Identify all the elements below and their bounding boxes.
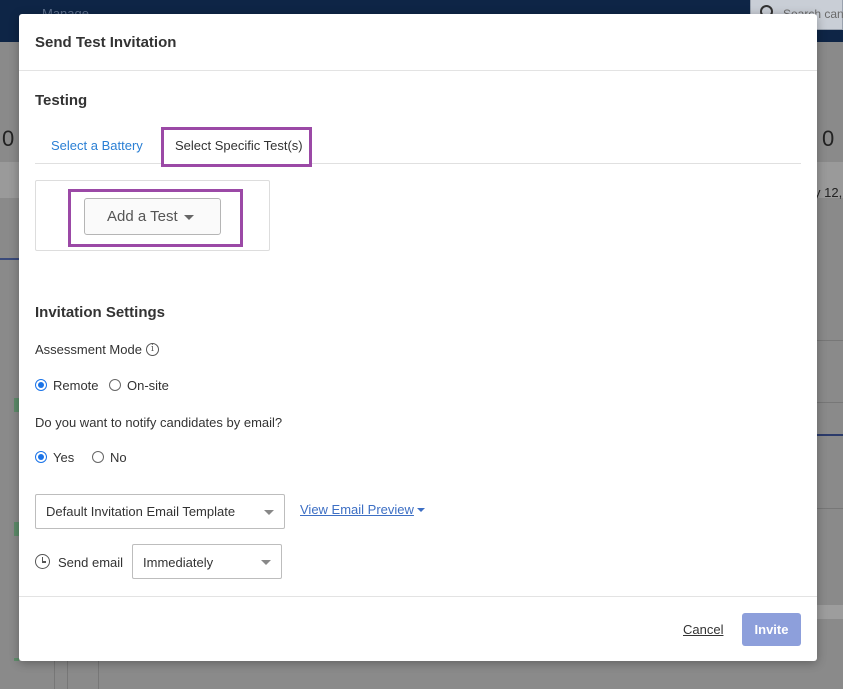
radio-onsite-label: On-site: [127, 378, 169, 393]
radio-notify-no-label: No: [110, 450, 127, 465]
background-scrollbar: [817, 605, 843, 619]
info-icon[interactable]: i: [146, 343, 159, 356]
radio-remote-label: Remote: [53, 378, 99, 393]
background-date: y 12,: [814, 185, 843, 200]
background-band: [0, 162, 19, 198]
cancel-link[interactable]: Cancel: [683, 622, 723, 637]
background-left-number: 0: [2, 126, 15, 151]
radio-notify-no[interactable]: [92, 451, 104, 463]
background-left-panel: 0: [0, 42, 19, 689]
caret-down-icon: [264, 510, 274, 515]
background-bottom: [0, 661, 843, 689]
add-test-label: Add a Test: [107, 208, 178, 225]
background-right-number: 0: [822, 126, 835, 151]
invitation-settings-heading: Invitation Settings: [35, 304, 166, 321]
caret-down-icon: [261, 560, 271, 565]
clock-icon: [35, 554, 50, 569]
send-timing-value: Immediately: [143, 555, 214, 570]
background-divider: [817, 434, 843, 436]
footer-divider: [19, 596, 817, 597]
send-timing-select[interactable]: Immediately: [132, 544, 282, 579]
caret-down-icon[interactable]: [417, 508, 425, 512]
email-template-value: Default Invitation Email Template: [46, 504, 236, 519]
background-divider: [817, 340, 843, 341]
add-test-dropdown-button[interactable]: Add a Test: [84, 198, 221, 235]
radio-remote[interactable]: [35, 379, 47, 391]
send-email-label: Send email: [58, 555, 124, 570]
background-divider: [817, 402, 843, 403]
invite-button[interactable]: Invite: [742, 613, 801, 646]
dialog-header: Send Test Invitation: [19, 14, 817, 71]
tab-select-specific-tests[interactable]: Select Specific Test(s): [175, 138, 303, 153]
testing-heading: Testing: [35, 92, 88, 109]
background-divider: [67, 661, 68, 689]
tab-select-battery[interactable]: Select a Battery: [51, 138, 143, 153]
assessment-mode-label: Assessment Mode: [35, 342, 142, 357]
email-template-select[interactable]: Default Invitation Email Template: [35, 494, 285, 529]
background-divider: [0, 258, 19, 260]
radio-notify-yes[interactable]: [35, 451, 47, 463]
notify-question-label: Do you want to notify candidates by emai…: [35, 415, 283, 430]
caret-down-icon: [183, 214, 194, 220]
background-divider: [54, 661, 55, 689]
view-email-preview-link[interactable]: View Email Preview: [300, 502, 414, 517]
background-divider: [817, 508, 843, 509]
background-right-panel: 0 y 12,: [814, 42, 843, 661]
send-test-invitation-dialog: Send Test Invitation Testing Select a Ba…: [19, 14, 817, 661]
radio-notify-yes-label: Yes: [53, 450, 75, 465]
tabs-divider: [35, 163, 801, 164]
dialog-title: Send Test Invitation: [35, 34, 177, 51]
radio-onsite[interactable]: [109, 379, 121, 391]
background-divider: [98, 661, 99, 689]
